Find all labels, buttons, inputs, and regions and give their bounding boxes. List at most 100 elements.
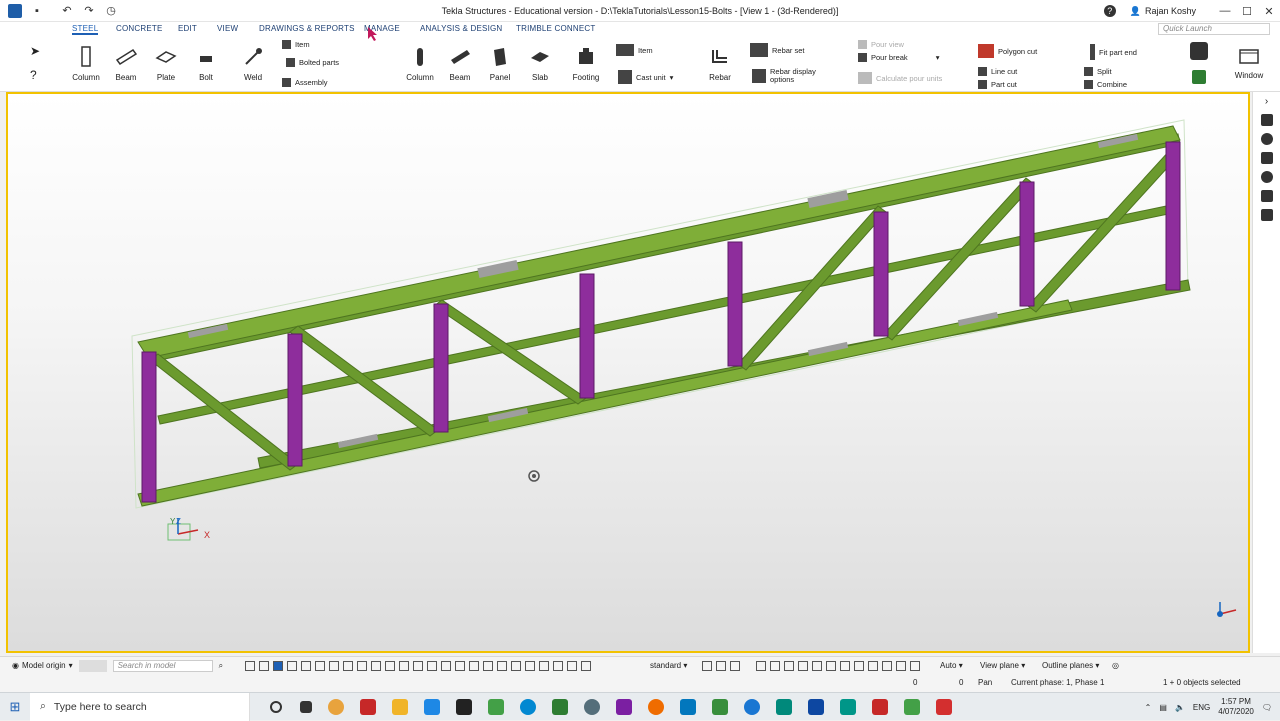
quick-launch-input[interactable]: Quick Launch (1158, 23, 1270, 35)
tab-trimble-connect[interactable]: TRIMBLE CONNECT (516, 24, 595, 33)
snap-icon[interactable] (840, 660, 850, 671)
properties-icon[interactable] (1260, 114, 1273, 126)
close-button[interactable]: ✕ (1258, 5, 1280, 18)
settings-icon[interactable] (1260, 171, 1273, 183)
pour-break-button[interactable]: Pour break ▾ (858, 53, 939, 62)
select-tool-icon[interactable] (469, 660, 480, 671)
view-tools[interactable] (700, 660, 742, 671)
select-tool-icon[interactable] (455, 660, 466, 671)
select-tool-icon[interactable] (441, 660, 452, 671)
select-tool-icon[interactable] (371, 660, 382, 671)
combine-button[interactable]: Combine (1084, 80, 1127, 89)
save-icon[interactable]: ▪ (30, 4, 44, 18)
concrete-beam-button[interactable]: Beam (446, 46, 474, 82)
rebar-button[interactable]: Rebar (706, 46, 734, 82)
snap-icon[interactable] (896, 660, 906, 671)
autocad-icon[interactable] (360, 698, 376, 715)
select-tool-icon[interactable] (357, 660, 368, 671)
visual-studio-icon[interactable] (616, 698, 632, 715)
snap-icon[interactable] (882, 660, 892, 671)
select-tool-icon[interactable] (259, 660, 270, 671)
network-icon[interactable]: ▤ (1159, 703, 1167, 712)
select-arrow-icon[interactable]: ➤ (30, 44, 40, 58)
chevron-right-icon[interactable]: › (1253, 96, 1280, 107)
select-tool-icon[interactable] (343, 660, 354, 671)
tab-drawings-reports[interactable]: DRAWINGS & REPORTS (259, 24, 355, 33)
help-icon[interactable]: ? (1103, 5, 1116, 17)
blender-icon[interactable] (648, 698, 664, 715)
search-icon[interactable]: ⌕ (219, 661, 223, 671)
concrete-slab-button[interactable]: Slab (526, 46, 554, 82)
cloud-icon[interactable] (1260, 152, 1273, 164)
redo-icon[interactable]: ↷ (82, 4, 96, 18)
part-cut-button[interactable]: Part cut (978, 80, 1017, 89)
snap-toggle[interactable] (78, 659, 107, 672)
tab-edit[interactable]: EDIT (178, 24, 197, 33)
tab-concrete[interactable]: CONCRETE (116, 24, 163, 33)
select-tool-icon[interactable] (287, 660, 298, 671)
search-model-input[interactable]: Search in model (112, 659, 213, 672)
query-icon[interactable]: ? (30, 68, 37, 82)
rebar-set-button[interactable]: Rebar set (750, 43, 805, 57)
tekla-app-icon[interactable] (8, 3, 22, 18)
outline-planes-dropdown[interactable]: Outline planes ▾ (1042, 661, 1099, 670)
chevron-up-icon[interactable]: ⌃ (1145, 703, 1152, 712)
fit-part-end-button[interactable]: Fit part end (1090, 44, 1137, 60)
select-tool-icon[interactable] (483, 660, 494, 671)
task-view-icon[interactable] (300, 700, 312, 713)
language-indicator[interactable]: ENG (1193, 703, 1210, 712)
snap-icon[interactable] (910, 660, 920, 671)
edge-icon[interactable] (744, 698, 760, 715)
view-tool-icon[interactable] (730, 660, 740, 671)
user-account[interactable]: 👤 Rajan Koshy (1130, 6, 1196, 17)
view-orientation-icon[interactable] (1217, 602, 1237, 617)
select-tool-icon[interactable] (315, 660, 326, 671)
app-icon[interactable] (808, 698, 824, 715)
window-button[interactable]: Window (1232, 48, 1266, 80)
pour-view-button[interactable]: Pour view (858, 40, 904, 49)
undo-icon[interactable]: ↶ (60, 4, 74, 18)
app-icon[interactable] (776, 698, 792, 715)
app-icon[interactable] (712, 698, 728, 715)
view-tool-icon[interactable] (716, 660, 726, 671)
concrete-footing-button[interactable]: Footing (570, 46, 602, 82)
calculate-pour-units-button[interactable]: Calculate pour units (858, 72, 942, 84)
app-icon[interactable] (840, 698, 856, 715)
acrobat-icon[interactable] (872, 698, 888, 715)
eye-icon[interactable]: ◎ (1112, 661, 1119, 670)
view-plane-dropdown[interactable]: View plane ▾ (980, 661, 1025, 670)
view-tool-icon[interactable] (702, 660, 712, 671)
select-tool-icon[interactable] (427, 660, 438, 671)
select-tool-icon[interactable] (413, 660, 424, 671)
concrete-item-button[interactable]: Item (616, 44, 653, 56)
tab-view[interactable]: VIEW (217, 24, 238, 33)
select-tool-icon[interactable] (399, 660, 410, 671)
volume-icon[interactable]: 🔈 (1175, 703, 1185, 712)
steel-column-button[interactable]: Column (72, 46, 100, 82)
concrete-column-button[interactable]: Column (406, 46, 434, 82)
polygon-cut-button[interactable]: Polygon cut (978, 44, 1037, 58)
select-tool-icon[interactable] (301, 660, 312, 671)
terminal-icon[interactable] (456, 698, 472, 715)
snap-icon[interactable] (756, 660, 766, 671)
select-tool-icon[interactable] (567, 660, 578, 671)
select-tool-icon[interactable] (511, 660, 522, 671)
globe-icon[interactable] (1260, 133, 1273, 145)
grid-icon[interactable] (1260, 209, 1273, 221)
history-icon[interactable]: ◷ (104, 4, 118, 18)
cast-unit-button[interactable]: Cast unit ▾ (618, 70, 673, 84)
clock[interactable]: 1:57 PM 4/07/2020 (1218, 697, 1254, 717)
catalog-icon[interactable] (1260, 190, 1273, 202)
snap-icon[interactable] (770, 660, 780, 671)
line-cut-button[interactable]: Line cut (978, 67, 1017, 76)
sketchup-icon[interactable] (488, 698, 504, 715)
add-component-icon[interactable] (1192, 70, 1206, 84)
cube-icon[interactable] (1190, 42, 1208, 60)
snap-icon[interactable] (812, 660, 822, 671)
select-tool-icon[interactable] (539, 660, 550, 671)
camtasia-icon[interactable] (904, 698, 920, 715)
tab-steel[interactable]: STEEL (72, 24, 99, 35)
snap-icon[interactable] (784, 660, 794, 671)
windows-start-icon[interactable]: ⊞ (0, 699, 30, 715)
select-tool-icon[interactable] (553, 660, 564, 671)
